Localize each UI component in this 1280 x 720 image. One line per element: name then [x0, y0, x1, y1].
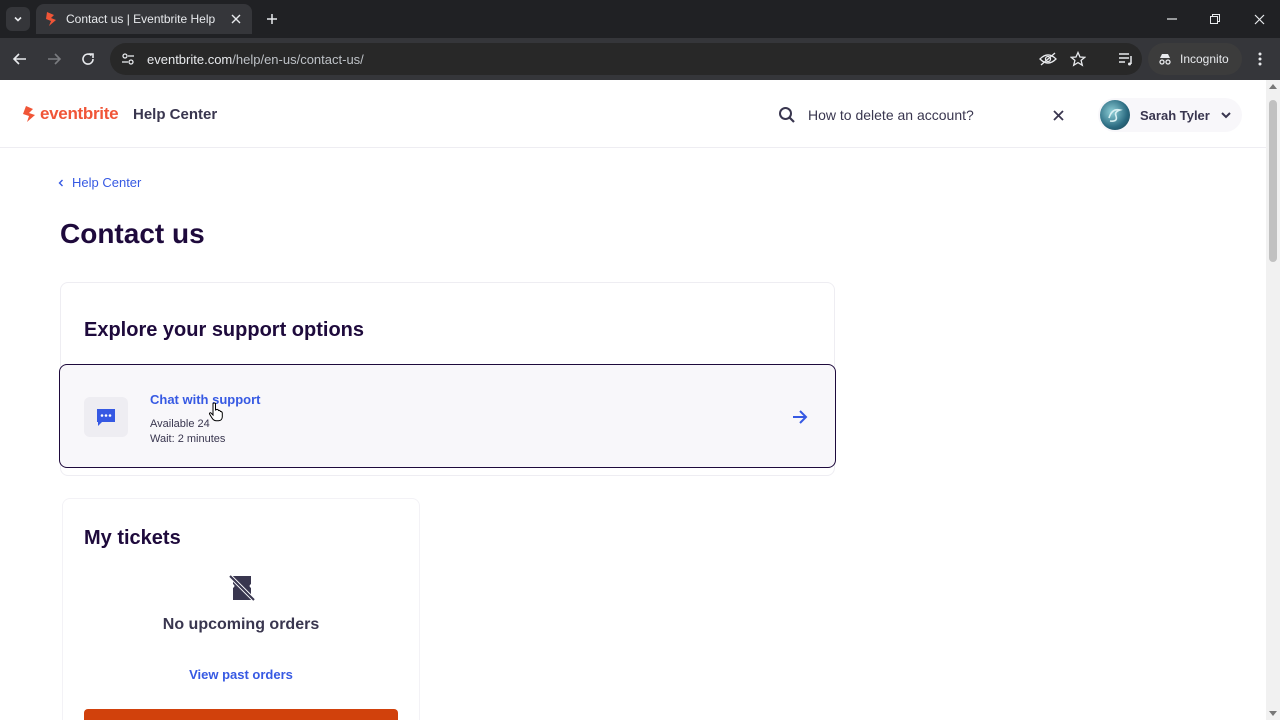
my-tickets-heading: My tickets: [84, 527, 181, 549]
close-icon: [1254, 14, 1264, 24]
eventbrite-logo[interactable]: eventbrite: [22, 104, 119, 124]
user-name: Sarah Tyler: [1140, 107, 1210, 123]
eventbrite-logo-icon: [23, 106, 35, 122]
reload-icon: [82, 53, 94, 65]
url-path: /help/en-us/contact-us/: [232, 51, 364, 67]
breadcrumb[interactable]: Help Center: [58, 175, 141, 190]
arrow-right-icon: [48, 53, 62, 65]
scroll-up-arrow-icon[interactable]: [1269, 84, 1277, 89]
chat-availability: Available 24: [150, 418, 210, 430]
chat-with-support-option[interactable]: Chat with support Available 24 Wait: 2 m…: [59, 364, 836, 468]
tune-icon: [122, 53, 134, 65]
clear-search-button[interactable]: [1050, 107, 1066, 123]
arrow-right-icon: [793, 410, 808, 424]
my-tickets-card: My tickets No upcoming orders View past …: [62, 498, 420, 720]
search-input[interactable]: [808, 104, 1038, 126]
reading-list-button[interactable]: [1114, 47, 1138, 71]
browser-toolbar: eventbrite.com/help/en-us/contact-us/ In…: [0, 38, 1280, 80]
arrow-left-icon: [12, 53, 26, 65]
eye-off-icon: [1039, 52, 1057, 66]
user-menu-button[interactable]: Sarah Tyler: [1098, 98, 1242, 132]
browser-menu-button[interactable]: [1248, 47, 1272, 71]
browser-window: Contact us | Eventbrite Help Ce eventbri…: [0, 0, 1280, 720]
incognito-indicator[interactable]: Incognito: [1148, 43, 1242, 75]
star-icon: [1070, 51, 1086, 67]
primary-action-button[interactable]: [84, 709, 398, 720]
hand-pointer-icon: [208, 402, 223, 422]
search-icon: [779, 107, 795, 123]
no-tickets-icon: [228, 574, 256, 602]
chat-icon-box: [84, 397, 128, 437]
scroll-thumb[interactable]: [1269, 100, 1277, 262]
page-content: eventbrite Help Center Sarah Tyler Help …: [0, 80, 1266, 720]
tab-search-button[interactable]: [6, 7, 30, 31]
bookmark-star-button[interactable]: [1069, 50, 1087, 68]
chat-wait-time: Wait: 2 minutes: [150, 433, 226, 445]
close-icon: [1052, 109, 1064, 121]
minimize-button[interactable]: [1161, 8, 1183, 30]
restore-icon: [1210, 14, 1220, 24]
incognito-label: Incognito: [1180, 52, 1229, 66]
chevron-left-icon: [58, 179, 63, 186]
minimize-icon: [1167, 18, 1177, 20]
tab-title: Contact us | Eventbrite Help Ce: [66, 12, 218, 26]
forward-button[interactable]: [42, 47, 66, 71]
chevron-down-icon: [14, 16, 22, 22]
page-scrollbar[interactable]: [1266, 80, 1280, 720]
window-close-button[interactable]: [1248, 8, 1270, 30]
close-icon: [231, 14, 241, 24]
incognito-icon: [1159, 54, 1171, 65]
avatar-swirl-icon: [1108, 108, 1123, 122]
new-tab-button[interactable]: [262, 9, 282, 29]
view-past-orders-link[interactable]: View past orders: [63, 667, 419, 682]
eventbrite-favicon-icon: [46, 12, 56, 26]
plus-icon: [267, 14, 277, 24]
site-header: eventbrite Help Center Sarah Tyler: [0, 80, 1266, 148]
scroll-down-arrow-icon[interactable]: [1269, 711, 1277, 716]
active-tab[interactable]: Contact us | Eventbrite Help Ce: [36, 4, 252, 34]
url-text: eventbrite.com/help/en-us/contact-us/: [147, 52, 364, 67]
breadcrumb-label: Help Center: [72, 175, 142, 190]
tracking-protection-icon[interactable]: [1039, 50, 1057, 68]
avatar: [1100, 100, 1130, 130]
support-options-heading: Explore your support options: [84, 319, 365, 341]
logo-wordmark: eventbrite: [40, 104, 119, 123]
back-button[interactable]: [8, 47, 32, 71]
reload-button[interactable]: [76, 47, 100, 71]
chat-title: Chat with support: [150, 392, 261, 407]
page-title: Contact us: [60, 218, 205, 249]
chat-bubble-icon: [97, 409, 115, 426]
restore-button[interactable]: [1204, 8, 1226, 30]
no-upcoming-orders-text: No upcoming orders: [162, 616, 320, 633]
tab-close-button[interactable]: [228, 11, 244, 27]
site-info-icon[interactable]: [119, 50, 137, 68]
playlist-icon: [1119, 53, 1132, 66]
address-bar[interactable]: eventbrite.com/help/en-us/contact-us/: [110, 43, 1142, 75]
chevron-down-icon: [1221, 112, 1231, 119]
help-center-title[interactable]: Help Center: [133, 106, 217, 123]
url-host: eventbrite.com: [147, 51, 233, 67]
more-vertical-icon: [1258, 52, 1262, 66]
tab-bar: Contact us | Eventbrite Help Ce: [0, 0, 1280, 38]
